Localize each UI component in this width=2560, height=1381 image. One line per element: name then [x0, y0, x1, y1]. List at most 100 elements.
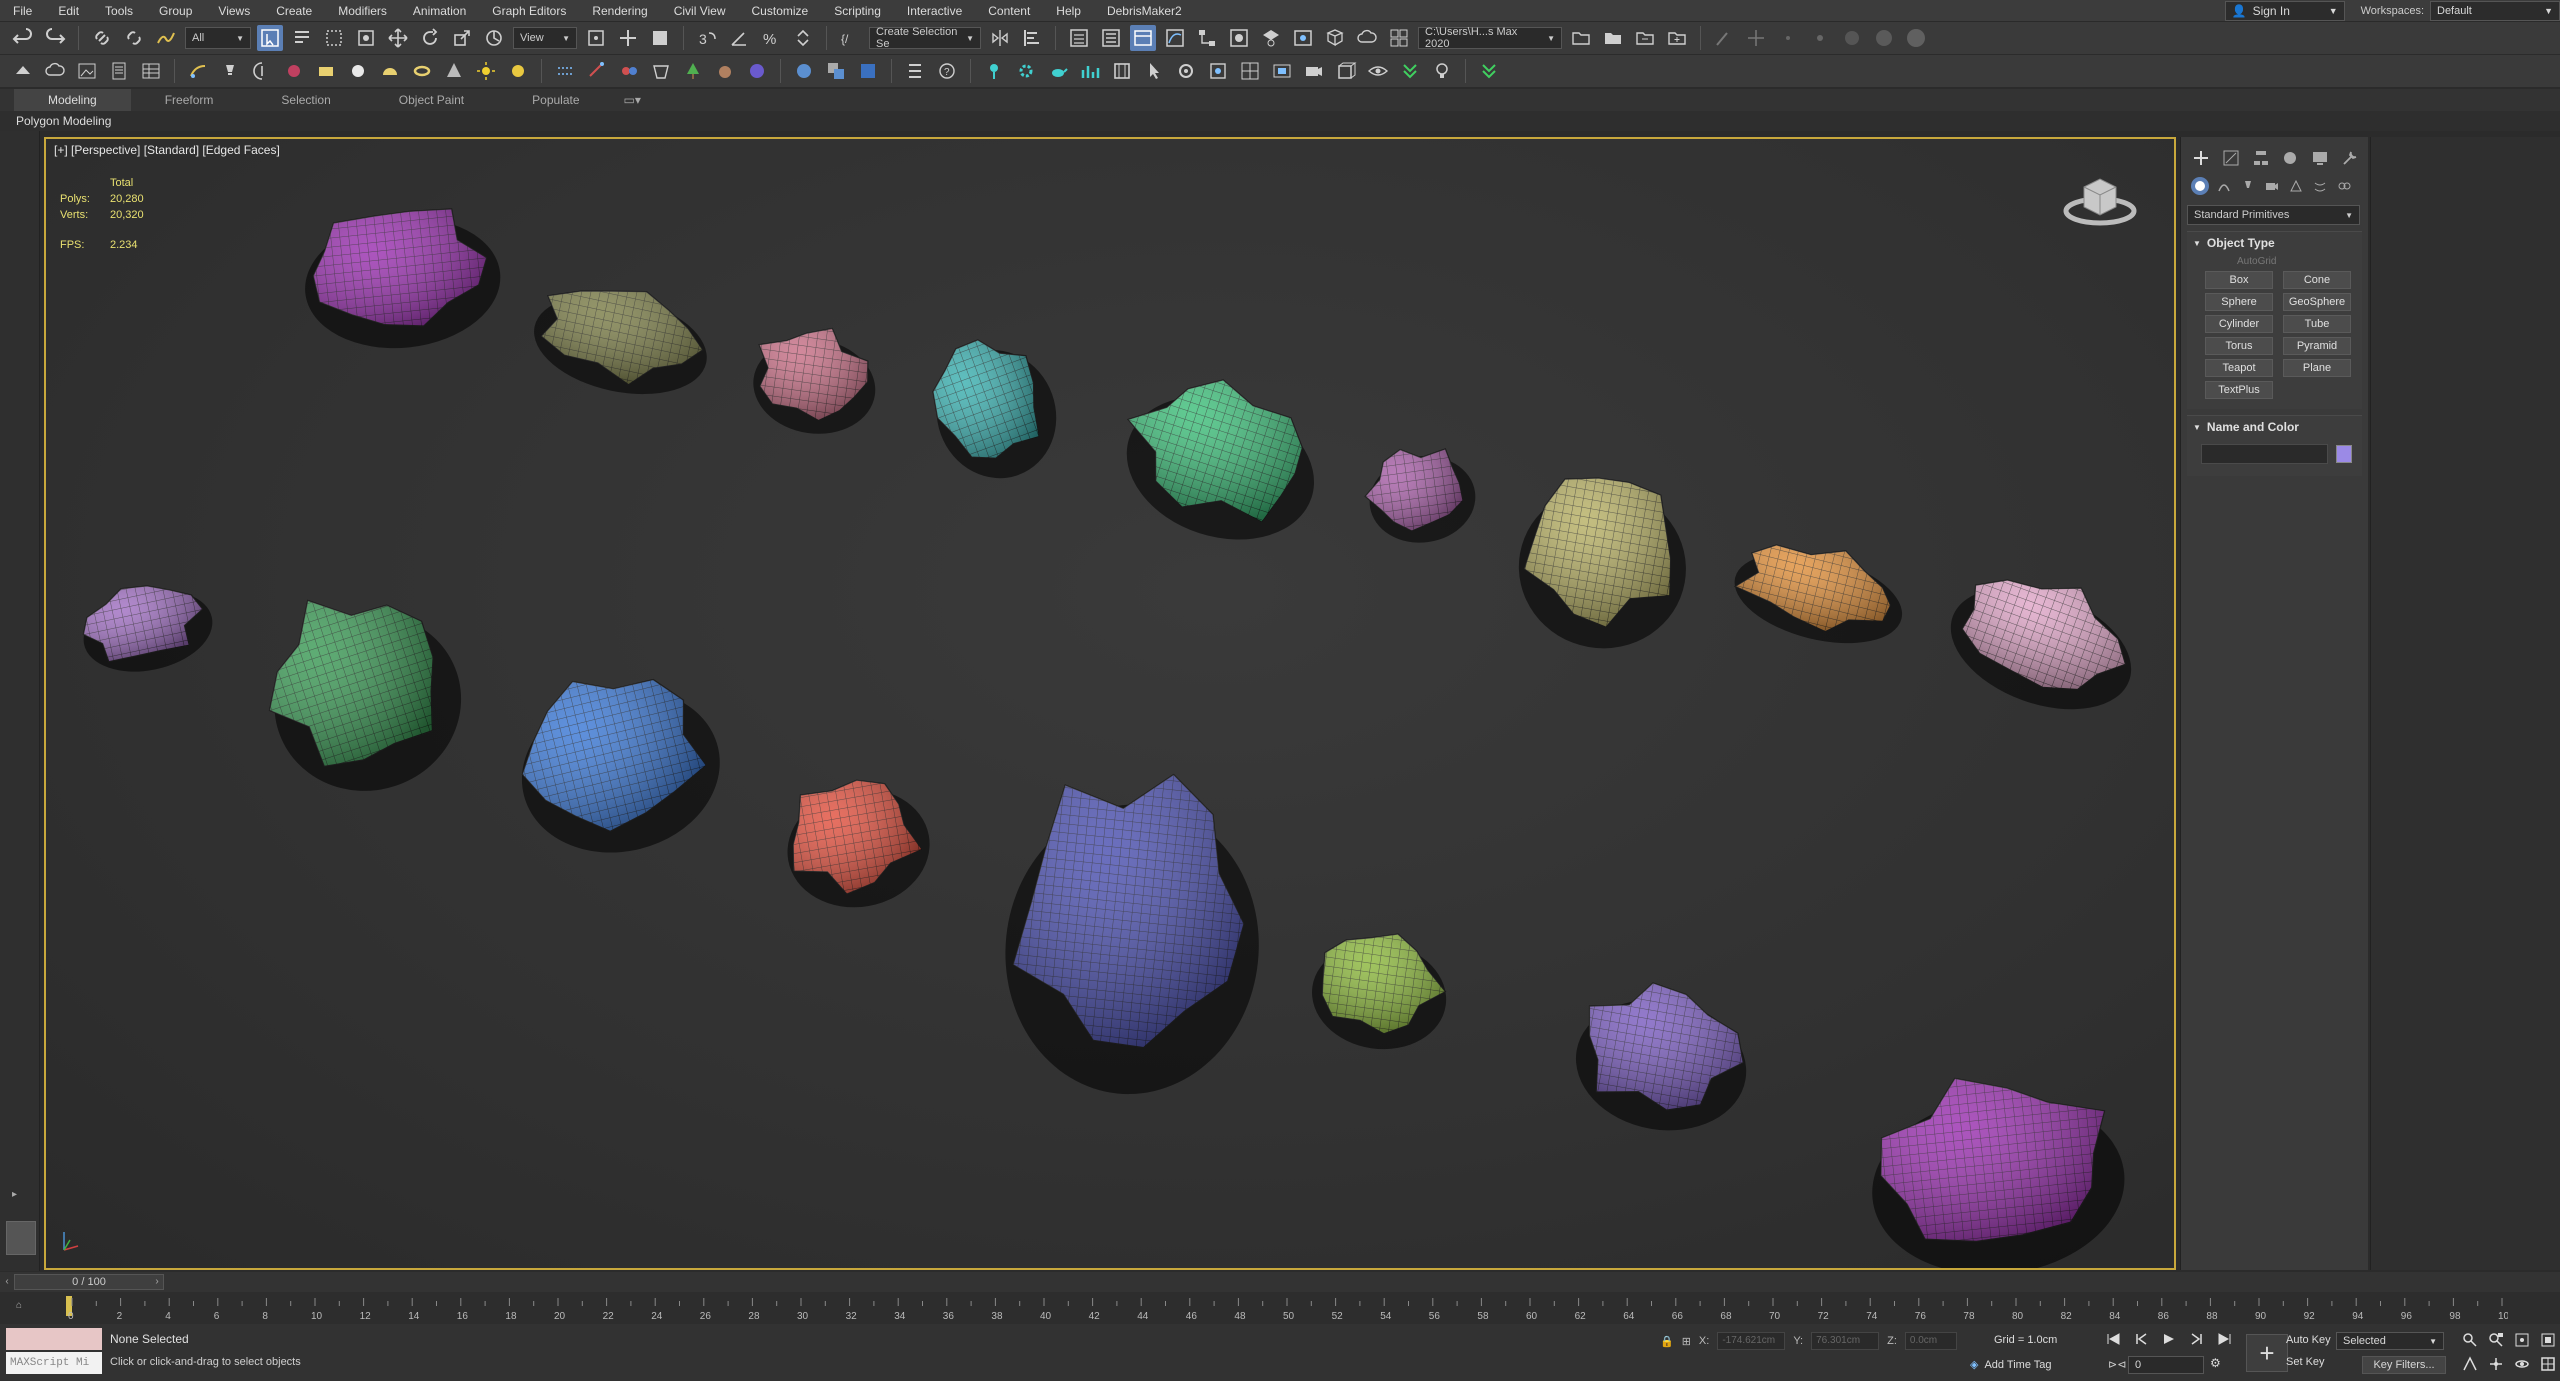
link-icon[interactable]	[89, 25, 115, 51]
select-manipulate-icon[interactable]	[615, 25, 641, 51]
display-tab-icon[interactable]	[2310, 147, 2330, 169]
reference-coordinate-select[interactable]: View ▼	[513, 27, 577, 49]
key-filters-button[interactable]: Key Filters...	[2362, 1356, 2446, 1374]
paint-icon[interactable]	[185, 58, 211, 84]
pyramid-button[interactable]: Pyramid	[2283, 337, 2351, 355]
hemisphere-icon[interactable]	[377, 58, 403, 84]
rock-mesh[interactable]	[1506, 466, 1700, 662]
tab-selection[interactable]: Selection	[247, 89, 364, 111]
zoom-icon[interactable]	[2460, 1330, 2480, 1350]
omni-light-icon[interactable]	[505, 58, 531, 84]
menu-item-rendering[interactable]: Rendering	[579, 0, 660, 22]
primitive-type-select[interactable]: Standard Primitives ▼	[2187, 205, 2360, 225]
add-time-tag[interactable]: ◈ Add Time Tag	[1970, 1358, 2052, 1372]
help-icon[interactable]: ?	[934, 58, 960, 84]
name-and-color-header[interactable]: ▼ Name and Color	[2187, 416, 2362, 438]
double-chevron-down-icon[interactable]	[1476, 58, 1502, 84]
named-selection-set-select[interactable]: Create Selection Se ▼	[869, 26, 981, 50]
hierarchy-tab-icon[interactable]	[2251, 147, 2271, 169]
move-icon[interactable]	[385, 25, 411, 51]
space-warps-icon[interactable]	[2311, 177, 2329, 195]
menu-item-views[interactable]: Views	[205, 0, 263, 22]
tool-icon[interactable]	[10, 58, 36, 84]
cylinder-button[interactable]: Cylinder	[2205, 315, 2273, 333]
go-to-start-icon[interactable]	[2104, 1330, 2122, 1348]
go-to-end-icon[interactable]	[2216, 1330, 2234, 1348]
ribbon-options-icon[interactable]: ▭▾	[614, 89, 651, 111]
mesh-icon[interactable]	[744, 58, 770, 84]
rock-mesh[interactable]	[1101, 356, 1337, 563]
object-color-swatch[interactable]	[2336, 445, 2352, 463]
box-primitive-icon[interactable]	[313, 58, 339, 84]
cloud-icon[interactable]	[42, 58, 68, 84]
zoom-extents-icon[interactable]	[2512, 1330, 2532, 1350]
sphere-shaded-icon[interactable]	[791, 58, 817, 84]
keyboard-shortcut-override-icon[interactable]	[647, 25, 673, 51]
lights-icon[interactable]	[2239, 177, 2257, 195]
grid-icon[interactable]	[1237, 58, 1263, 84]
cursor-icon[interactable]	[1141, 58, 1167, 84]
menu-item-create[interactable]: Create	[263, 0, 325, 22]
sign-in-button[interactable]: 👤 Sign In ▼	[2224, 1, 2345, 21]
ribbon-subpanel-label[interactable]: Polygon Modeling	[0, 111, 2560, 131]
camera-icon[interactable]	[1301, 58, 1327, 84]
eye-icon[interactable]	[1365, 58, 1391, 84]
dynamics-icon[interactable]	[616, 58, 642, 84]
time-slider[interactable]: 0 / 100	[14, 1274, 164, 1290]
menu-item-file[interactable]: File	[0, 0, 45, 22]
previous-key-icon[interactable]	[2132, 1330, 2150, 1348]
menu-item-content[interactable]: Content	[975, 0, 1043, 22]
tree-icon[interactable]	[680, 58, 706, 84]
project-icon[interactable]	[1568, 25, 1594, 51]
material-editor-icon[interactable]	[1226, 25, 1252, 51]
sun-icon[interactable]	[473, 58, 499, 84]
redo-icon[interactable]	[42, 25, 68, 51]
shapes-icon[interactable]	[2215, 177, 2233, 195]
menu-item-debrismaker2[interactable]: DebrisMaker2	[1094, 0, 1195, 22]
rock-mesh[interactable]	[915, 322, 1074, 495]
tab-modeling[interactable]: Modeling	[14, 89, 131, 111]
rock-mesh[interactable]	[525, 270, 718, 408]
rock-mesh[interactable]	[777, 769, 940, 918]
target-icon[interactable]	[1205, 58, 1231, 84]
track-bar[interactable]: ⌂ 0 2 4 6 8 10 12 14 16 18 20 22 24 26 28 30 32 34 36 38 40 4…	[0, 1292, 2560, 1324]
brush-tool-icon[interactable]	[1711, 25, 1737, 51]
plane-button[interactable]: Plane	[2283, 359, 2351, 377]
current-frame-field[interactable]: 0	[2128, 1356, 2204, 1374]
rock-mesh[interactable]	[747, 319, 883, 442]
frame-icon[interactable]	[1109, 58, 1135, 84]
play-icon[interactable]	[2160, 1330, 2178, 1348]
light-icon[interactable]	[217, 58, 243, 84]
rock-mesh[interactable]	[1305, 923, 1455, 1057]
pivot-center-icon[interactable]	[583, 25, 609, 51]
workspace-select[interactable]: Default ▼	[2430, 1, 2560, 21]
undo-icon[interactable]	[10, 25, 36, 51]
next-frame-arrow-icon[interactable]: ›	[150, 1274, 164, 1290]
menu-item-modifiers[interactable]: Modifiers	[325, 0, 400, 22]
particle-icon[interactable]	[552, 58, 578, 84]
select-by-name-icon[interactable]	[289, 25, 315, 51]
menu-item-scripting[interactable]: Scripting	[821, 0, 894, 22]
field-of-view-icon[interactable]	[2460, 1354, 2480, 1374]
snaps-toggle-icon[interactable]: 3	[694, 25, 720, 51]
group-icon[interactable]	[823, 58, 849, 84]
select-object-icon[interactable]	[257, 25, 283, 51]
geometry-icon[interactable]	[2191, 177, 2209, 195]
project-open-icon[interactable]	[1600, 25, 1626, 51]
viewcube[interactable]	[2060, 165, 2140, 235]
render-setup-icon[interactable]	[1258, 25, 1284, 51]
bind-space-warp-icon[interactable]	[153, 25, 179, 51]
angle-snap-icon[interactable]	[726, 25, 752, 51]
z-coordinate-field[interactable]: 0.0cm	[1904, 1332, 1957, 1350]
create-tab-icon[interactable]	[2191, 147, 2211, 169]
rock-mesh[interactable]	[1861, 1062, 2133, 1270]
menu-item-animation[interactable]: Animation	[400, 0, 479, 22]
tab-freeform[interactable]: Freeform	[131, 89, 248, 111]
object-type-header[interactable]: ▼ Object Type	[2187, 232, 2362, 254]
toggle-ribbon-icon[interactable]	[1130, 25, 1156, 51]
expand-arrow-icon[interactable]: ▸	[12, 1189, 28, 1205]
rock-mesh[interactable]	[500, 651, 737, 873]
tab-object-paint[interactable]: Object Paint	[365, 89, 498, 111]
sphere-primitive-icon[interactable]	[345, 58, 371, 84]
lock-icon[interactable]: 🔒	[1660, 1335, 1674, 1348]
